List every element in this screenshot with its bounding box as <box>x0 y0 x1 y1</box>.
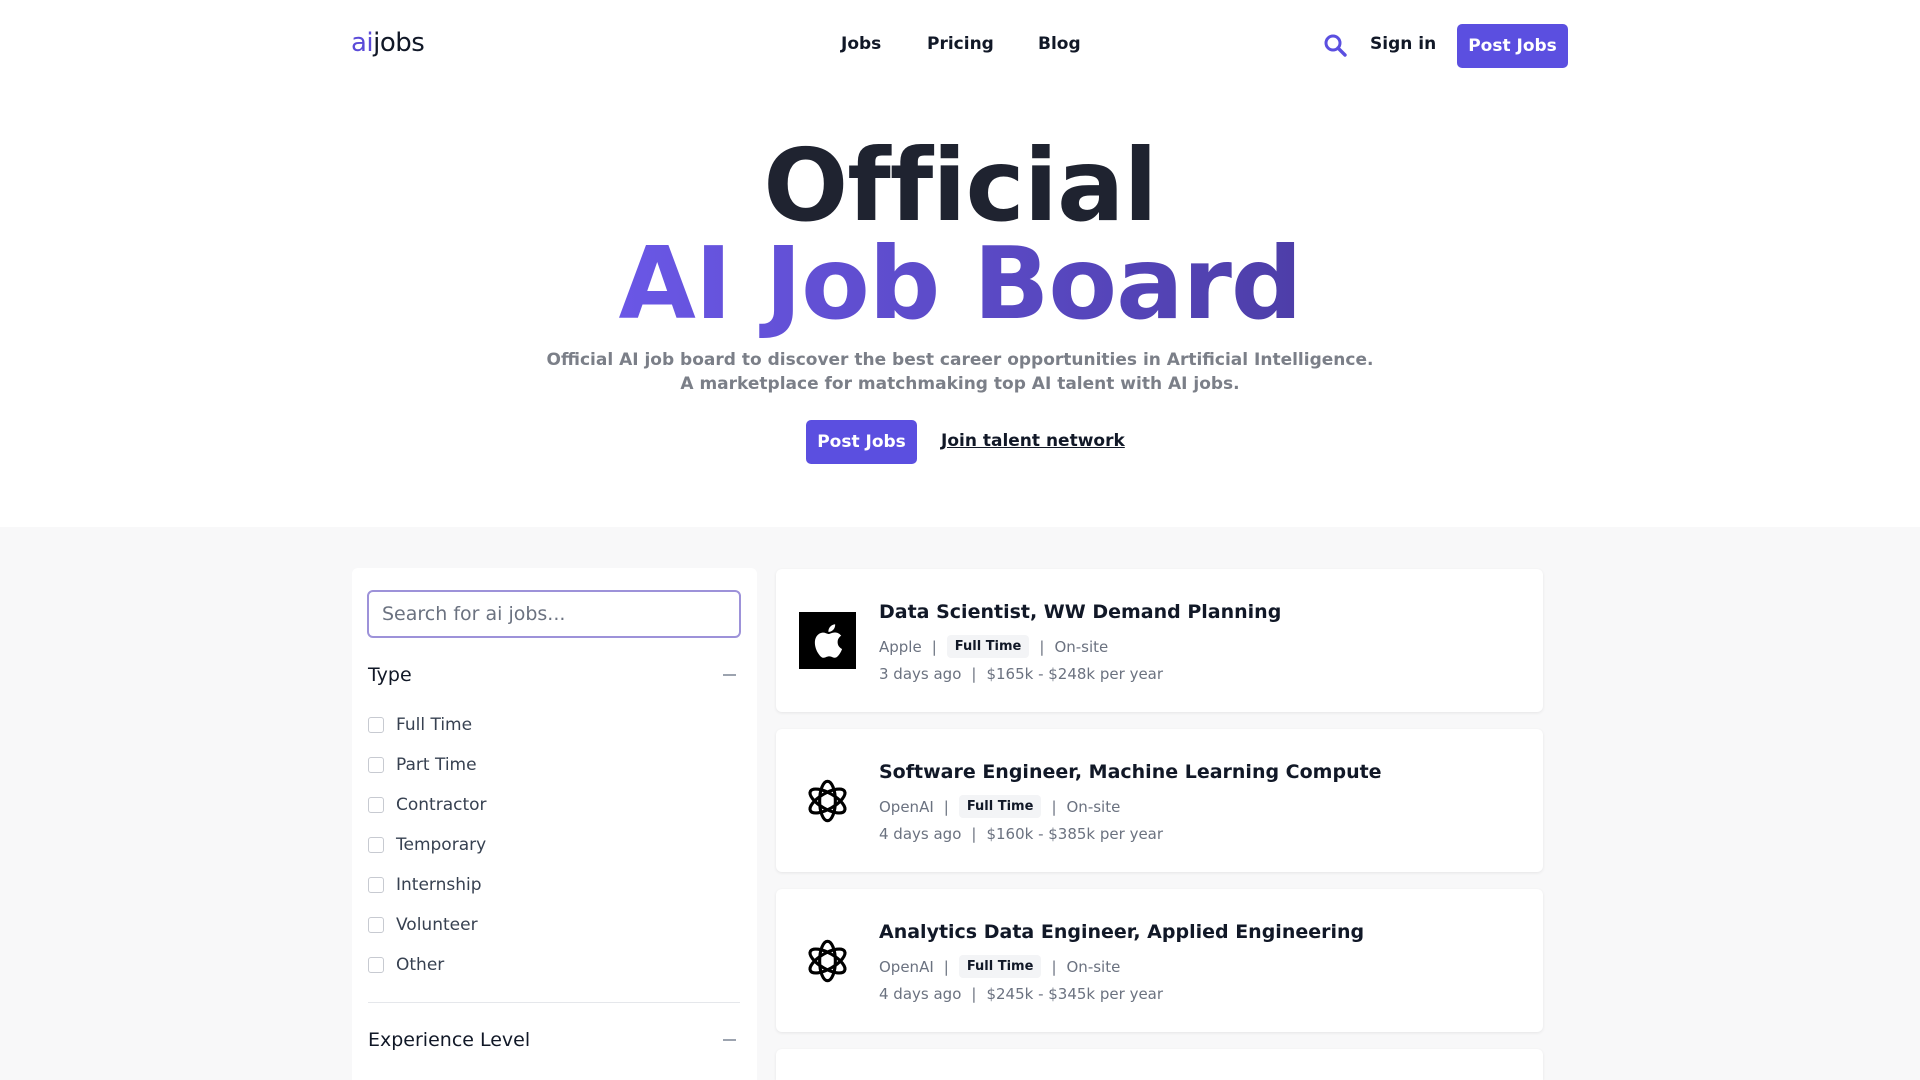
nav-link-jobs[interactable]: Jobs <box>841 34 881 54</box>
job-search-input[interactable] <box>367 590 741 638</box>
option-label: Full Time <box>396 715 473 735</box>
filter-divider <box>368 1002 740 1003</box>
posted-time: 3 days ago <box>879 665 962 683</box>
job-location: On-site <box>1054 637 1109 656</box>
job-title[interactable]: Software Engineer, Machine Learning Comp… <box>879 761 1382 783</box>
type-filter-header[interactable]: Type <box>368 660 740 690</box>
company-name: OpenAI <box>879 957 934 976</box>
job-posted-salary: 4 days ago | $245k - $345k per year <box>879 985 1164 1003</box>
join-talent-network-link[interactable]: Join talent network <box>941 431 1125 451</box>
option-label: Part Time <box>396 755 477 775</box>
nav-post-jobs-button[interactable]: Post Jobs <box>1457 24 1568 68</box>
checkbox[interactable] <box>368 757 384 773</box>
job-posted-salary: 4 days ago | $160k - $385k per year <box>879 825 1164 843</box>
posted-time: 4 days ago <box>879 985 962 1003</box>
sign-in-link[interactable]: Sign in <box>1370 34 1436 54</box>
option-label: Temporary <box>396 835 487 855</box>
openai-logo-icon <box>799 772 856 829</box>
company-name: Apple <box>879 637 922 656</box>
experience-filter-title: Experience Level <box>368 1029 531 1051</box>
salary-range: $245k - $345k per year <box>986 985 1164 1003</box>
hero-subtitle: Official AI job board to discover the be… <box>546 350 1374 394</box>
hero-post-jobs-button[interactable]: Post Jobs <box>806 420 917 464</box>
type-filter-title: Type <box>368 664 412 686</box>
logo-jobs: jobs <box>373 28 425 58</box>
job-title[interactable]: Data Scientist, WW Demand Planning <box>879 601 1281 623</box>
job-card[interactable]: Data Scientist, WW Demand Planning Apple… <box>776 569 1543 712</box>
type-option-other[interactable]: Other <box>368 953 444 977</box>
checkbox[interactable] <box>368 797 384 813</box>
posted-time: 4 days ago <box>879 825 962 843</box>
job-meta: Apple | Full Time | On-site <box>879 635 1108 658</box>
nav-link-pricing[interactable]: Pricing <box>927 34 994 54</box>
site-logo[interactable]: aijobs <box>351 28 425 58</box>
job-card[interactable]: Software Engineer, Machine Learning Comp… <box>776 729 1543 872</box>
salary-range: $160k - $385k per year <box>986 825 1164 843</box>
option-label: Volunteer <box>396 915 478 935</box>
job-meta: OpenAI | Full Time | On-site <box>879 795 1120 818</box>
job-card-partial[interactable] <box>776 1049 1543 1080</box>
checkbox[interactable] <box>368 837 384 853</box>
option-label: Contractor <box>396 795 487 815</box>
job-location: On-site <box>1066 957 1121 976</box>
collapse-minus-icon <box>723 1039 736 1041</box>
checkbox[interactable] <box>368 957 384 973</box>
job-type-badge: Full Time <box>946 635 1030 658</box>
type-option-part-time[interactable]: Part Time <box>368 753 477 777</box>
filters-sidebar <box>352 568 757 1080</box>
job-type-badge: Full Time <box>958 795 1042 818</box>
logo-ai: ai <box>351 28 374 58</box>
collapse-minus-icon <box>723 674 736 676</box>
job-posted-salary: 3 days ago | $165k - $248k per year <box>879 665 1164 683</box>
type-option-volunteer[interactable]: Volunteer <box>368 913 478 937</box>
type-option-internship[interactable]: Internship <box>368 873 482 897</box>
type-option-temporary[interactable]: Temporary <box>368 833 486 857</box>
hero-title-gradient-text: AI Job Board <box>618 225 1302 342</box>
hero-title-line2: AI Job Board <box>0 228 1920 340</box>
job-card[interactable]: Analytics Data Engineer, Applied Enginee… <box>776 889 1543 1032</box>
job-type-badge: Full Time <box>958 955 1042 978</box>
job-title[interactable]: Analytics Data Engineer, Applied Enginee… <box>879 921 1364 943</box>
salary-range: $165k - $248k per year <box>986 665 1164 683</box>
job-location: On-site <box>1066 797 1121 816</box>
type-option-full-time[interactable]: Full Time <box>368 713 472 737</box>
apple-logo-icon <box>799 612 856 669</box>
option-label: Internship <box>396 875 482 895</box>
checkbox[interactable] <box>368 917 384 933</box>
search-icon[interactable] <box>1323 33 1349 59</box>
nav-link-blog[interactable]: Blog <box>1038 34 1081 54</box>
job-meta: OpenAI | Full Time | On-site <box>879 955 1120 978</box>
top-nav: aijobs Jobs Pricing Blog Sign in Post Jo… <box>0 0 1920 90</box>
checkbox[interactable] <box>368 717 384 733</box>
openai-logo-icon <box>799 932 856 989</box>
type-option-contractor[interactable]: Contractor <box>368 793 487 817</box>
company-name: OpenAI <box>879 797 934 816</box>
option-label: Other <box>396 955 445 975</box>
checkbox[interactable] <box>368 877 384 893</box>
experience-filter-header[interactable]: Experience Level <box>368 1025 740 1055</box>
